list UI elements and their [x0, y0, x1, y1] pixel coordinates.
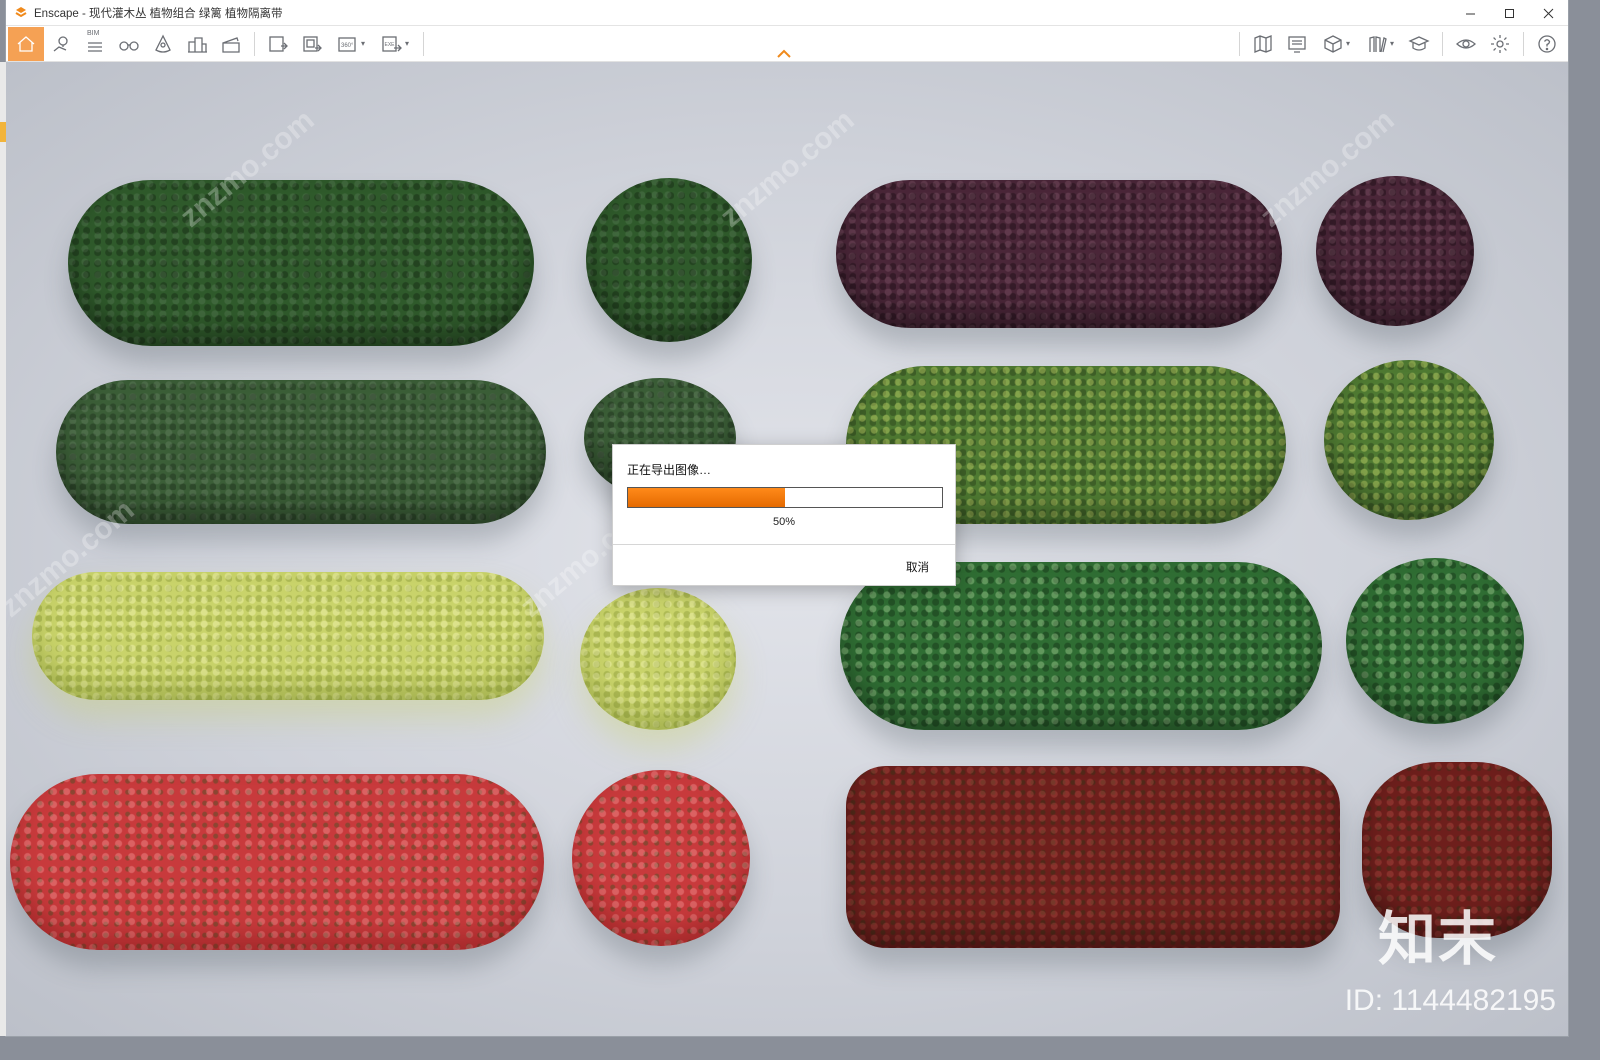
help-button[interactable]: [1530, 27, 1564, 61]
books-icon: [1369, 35, 1387, 52]
close-button[interactable]: [1529, 0, 1568, 26]
dialog-title: 正在导出图像…: [627, 463, 712, 477]
left-side-panel: [0, 62, 6, 1036]
map-icon: [1254, 34, 1272, 53]
main-toolbar: BIM 360° ▾ EXE ▾ ▾ ▾: [6, 26, 1568, 62]
hedge-purple: [836, 180, 1282, 328]
home-button[interactable]: [8, 26, 44, 61]
graduation-cap-icon: [1408, 35, 1430, 51]
bush-glossy-green: [1346, 558, 1524, 724]
buildings-button[interactable]: [180, 27, 214, 61]
toolbar-divider: [254, 31, 255, 56]
batch-export-button[interactable]: [295, 27, 329, 61]
home-icon: [17, 35, 35, 52]
clapper-icon: [222, 36, 240, 53]
dialog-divider: [613, 544, 955, 545]
bush-lime-green: [1324, 360, 1494, 520]
chevron-down-icon: ▾: [404, 39, 409, 48]
buildings-icon: [188, 36, 207, 53]
cone-icon: [155, 34, 171, 53]
toolbar-divider: [1442, 31, 1443, 56]
chevron-down-icon: ▾: [360, 39, 365, 48]
settings-button[interactable]: [1483, 27, 1517, 61]
learning-button[interactable]: [1402, 27, 1436, 61]
map-pin-button[interactable]: [44, 27, 78, 61]
window-title: Enscape - 现代灌木丛 植物组合 绿篱 植物隔离带: [34, 7, 283, 20]
hedge-dark-green: [68, 180, 534, 346]
side-tab[interactable]: [0, 122, 6, 142]
bush-yellow: [580, 588, 736, 730]
brand-watermark: 知末: [1377, 907, 1498, 972]
export-progress-dialog: 正在导出图像… 50% 取消: [612, 444, 956, 586]
binoculars-icon: [119, 40, 139, 51]
visual-settings-button[interactable]: [1449, 27, 1483, 61]
hedge-yellow: [32, 572, 544, 700]
screenshot-export-icon: [269, 35, 288, 52]
toolbar-divider: [1523, 31, 1524, 56]
screenshot-export-button[interactable]: [261, 27, 295, 61]
collapse-toolbar-button[interactable]: [776, 46, 792, 58]
svg-text:EXE: EXE: [384, 42, 395, 48]
minimize-icon: [1466, 13, 1475, 14]
bush-dark-green: [586, 178, 752, 342]
svg-text:360°: 360°: [341, 43, 354, 49]
id-watermark: ID: 1144482195: [1344, 984, 1556, 1017]
help-icon: [1538, 34, 1556, 53]
cancel-button[interactable]: 取消: [906, 559, 929, 575]
progress-percent: 50%: [772, 516, 796, 528]
maximize-button[interactable]: [1490, 0, 1529, 26]
progress-bar: [627, 487, 943, 508]
chevron-up-icon: [777, 49, 791, 58]
exe-export-button[interactable]: EXE ▾: [373, 27, 417, 61]
eye-icon: [1456, 38, 1476, 49]
bim-button[interactable]: BIM: [78, 27, 112, 61]
title-bar: Enscape - 现代灌木丛 植物组合 绿篱 植物隔离带: [6, 0, 1568, 26]
gear-icon: [1491, 34, 1509, 53]
exe-export-icon: EXE: [382, 35, 402, 52]
monitor-icon: [1288, 35, 1306, 53]
toolbar-divider: [423, 31, 424, 56]
batch-export-icon: [303, 35, 322, 52]
bush-purple: [1316, 176, 1474, 326]
chevron-down-icon: ▾: [1389, 39, 1394, 48]
minimize-button[interactable]: [1451, 0, 1490, 26]
atmosphere-button[interactable]: [146, 27, 180, 61]
materials-button[interactable]: ▾: [1358, 27, 1402, 61]
bush-red: [572, 770, 750, 946]
views-button[interactable]: [1280, 27, 1314, 61]
map-pin-icon: [53, 35, 68, 52]
hedge-glossy-green: [840, 562, 1322, 730]
enscape-logo-icon: [15, 6, 27, 17]
maximize-icon: [1505, 8, 1514, 18]
cube-icon: [1324, 34, 1342, 53]
hedge-red: [10, 774, 544, 950]
hedge-maroon: [846, 766, 1340, 948]
chevron-down-icon: ▾: [1345, 39, 1350, 48]
panorama-360-icon: 360°: [338, 36, 356, 52]
bim-label: BIM: [87, 29, 100, 37]
toolbar-divider: [1239, 31, 1240, 56]
hedge-medium-green: [56, 380, 546, 524]
progress-fill: [628, 488, 785, 507]
asset-library-button[interactable]: ▾: [1314, 27, 1358, 61]
binoculars-button[interactable]: [112, 27, 146, 61]
video-editor-button[interactable]: [214, 27, 248, 61]
panorama-export-button[interactable]: 360° ▾: [329, 27, 373, 61]
map-button[interactable]: [1246, 27, 1280, 61]
close-icon: [1543, 8, 1554, 18]
